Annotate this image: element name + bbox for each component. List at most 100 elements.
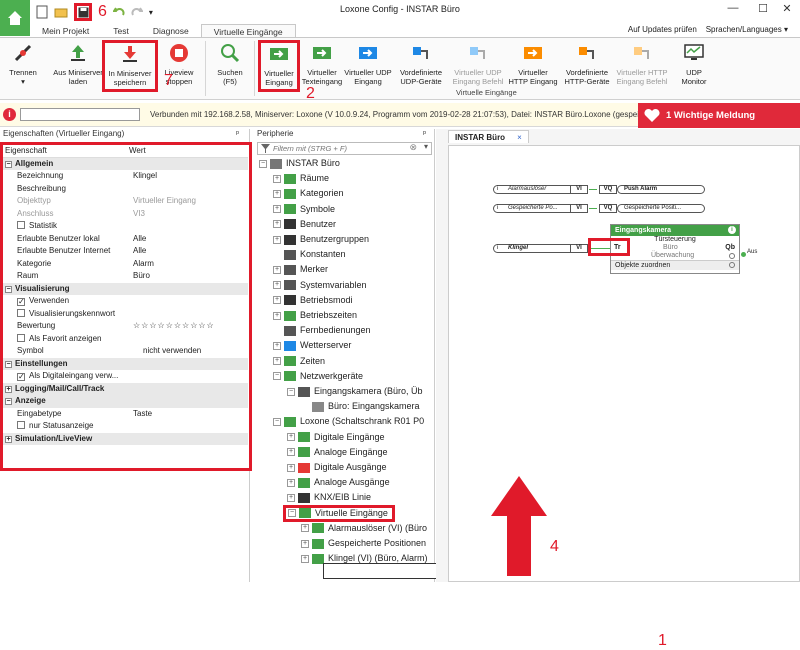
property-section[interactable]: + Logging/Mail/Call/Track	[3, 382, 248, 395]
expand-icon[interactable]: +	[287, 463, 295, 472]
tab-mein-projekt[interactable]: Mein Projekt	[30, 24, 101, 38]
tree-item[interactable]: − Loxone (Schaltschrank R01 P0	[273, 414, 424, 429]
tree-item[interactable]: + Betriebsmodi	[273, 293, 353, 308]
tree-item[interactable]: + Analoge Eingänge	[287, 445, 388, 460]
expand-icon[interactable]: +	[273, 296, 281, 305]
property-row[interactable]: Raum Büro	[3, 270, 248, 283]
property-section[interactable]: − Einstellungen	[3, 357, 248, 370]
tree-item[interactable]: + Kategorien	[273, 186, 344, 201]
property-row[interactable]: Bewertung ☆☆☆☆☆☆☆☆☆☆	[3, 320, 248, 333]
tree-item[interactable]: + Digitale Eingänge	[287, 430, 385, 445]
expand-icon[interactable]: +	[301, 554, 309, 563]
tree-item[interactable]: + KNX/EIB Linie	[287, 490, 371, 505]
tab-diagnose[interactable]: Diagnose	[141, 24, 201, 38]
property-row[interactable]: Visualisierungskennwort	[3, 308, 248, 321]
output-block-push-alarm[interactable]: Push Alarm	[617, 185, 705, 194]
tree-item[interactable]: − Virtuelle Eingänge	[283, 504, 395, 522]
tab-virtuelle-eingaenge[interactable]: Virtuelle Eingänge	[200, 24, 296, 38]
tree-item[interactable]: + Alarmauslöser (VI) (Büro	[301, 521, 427, 536]
clear-filter-icon[interactable]: ⊗	[409, 142, 417, 153]
expand-icon[interactable]: +	[287, 448, 295, 457]
property-row[interactable]: Erlaubte Benutzer lokal Alle	[3, 233, 248, 246]
close-tab-icon[interactable]: ×	[517, 131, 522, 143]
property-row[interactable]: ✓ Verwenden	[3, 295, 248, 308]
tree-item[interactable]: + Zeiten	[273, 354, 325, 369]
tree-item[interactable]: + Betriebszeiten	[273, 308, 357, 323]
collapse-icon[interactable]: −	[259, 159, 267, 168]
expand-icon[interactable]: +	[273, 341, 281, 350]
alert-button[interactable]: 1 Wichtige Meldung	[638, 103, 800, 128]
property-row[interactable]: Anschluss VI3	[3, 208, 248, 221]
tab-test[interactable]: Test	[101, 24, 141, 38]
document-tab[interactable]: INSTAR Büro ×	[448, 130, 529, 143]
collapse-icon[interactable]: −	[5, 160, 12, 168]
expand-icon[interactable]: +	[5, 385, 12, 393]
property-value[interactable]: Büro	[133, 270, 150, 283]
property-row[interactable]: Bezeichnung Klingel	[3, 170, 248, 183]
vordefinierte-udp-geraete-button[interactable]: Vordefinierte UDP-Geräte	[394, 42, 448, 100]
property-section[interactable]: − Anzeige	[3, 395, 248, 408]
property-value[interactable]: VI3	[133, 208, 145, 221]
collapse-icon[interactable]: −	[287, 387, 295, 396]
property-value[interactable]: nicht verwenden	[143, 345, 201, 358]
property-value[interactable]: ☆☆☆☆☆☆☆☆☆☆	[133, 320, 215, 333]
liveview-stoppen-button[interactable]: Liveview stoppen	[160, 42, 198, 100]
tree-item[interactable]: − INSTAR Büro	[259, 156, 340, 171]
tree-item[interactable]: + Räume	[273, 171, 329, 186]
expand-icon[interactable]: +	[273, 220, 281, 229]
close-button[interactable]: ✕	[772, 2, 800, 18]
tree-item[interactable]: + Digitale Ausgänge	[287, 460, 387, 475]
property-row[interactable]: ✓ Als Digitaleingang verw...	[3, 370, 248, 383]
tree-item[interactable]: + Systemvariablen	[273, 278, 367, 293]
collapse-icon[interactable]: −	[5, 398, 12, 405]
expand-icon[interactable]: +	[301, 539, 309, 548]
property-section[interactable]: + Simulation/LiveView	[3, 432, 248, 445]
tree-item[interactable]: + Symbole	[273, 202, 335, 217]
expand-icon[interactable]: +	[287, 478, 295, 487]
virtueller-http-eingang-befehl-button[interactable]: Virtueller HTTP Eingang Befehl	[614, 42, 670, 100]
checkbox[interactable]: ✓	[17, 298, 25, 306]
property-row[interactable]: Statistik	[3, 220, 248, 233]
in-miniserver-speichern-button[interactable]: In Miniserver speichern	[102, 40, 158, 92]
trennen-button[interactable]: Trennen ▾	[6, 42, 40, 100]
property-row[interactable]: Beschreibung	[3, 183, 248, 196]
language-menu[interactable]: Sprachen/Languages	[706, 25, 782, 34]
tree-item[interactable]: + Benutzergruppen	[273, 232, 369, 247]
pin-icon[interactable]: ᵖ	[423, 129, 426, 138]
expand-icon[interactable]: +	[273, 265, 281, 274]
checkbox[interactable]: ✓	[17, 373, 25, 381]
virtueller-udp-eingang-button[interactable]: Virtueller UDP Eingang	[344, 42, 392, 100]
expand-icon[interactable]: +	[287, 433, 295, 442]
expand-icon[interactable]: +	[5, 435, 12, 443]
property-row[interactable]: Symbol nicht verwenden	[3, 345, 248, 358]
property-row[interactable]: Kategorie Alarm	[3, 258, 248, 271]
checkbox[interactable]	[17, 421, 25, 429]
updates-link[interactable]: Auf Updates prüfen	[628, 25, 697, 34]
tree-item[interactable]: − Netzwerkgeräte	[273, 369, 363, 384]
suchen-button[interactable]: Suchen (F5)	[210, 42, 250, 100]
tree-item[interactable]: + Merker	[273, 262, 328, 277]
property-section[interactable]: − Allgemein	[3, 157, 248, 170]
virtueller-texteingang-button[interactable]: Virtueller Texteingang	[302, 42, 342, 100]
property-row[interactable]: Eingabetype Taste	[3, 408, 248, 421]
collapse-icon[interactable]: −	[273, 372, 281, 381]
chevron-down-icon[interactable]: ▾	[424, 142, 428, 151]
property-value[interactable]: Klingel	[133, 170, 157, 183]
chevron-down-icon[interactable]: ▾	[784, 25, 788, 34]
expand-icon[interactable]: +	[287, 493, 295, 502]
tree-item[interactable]: Fernbedienungen	[273, 323, 371, 338]
collapse-icon[interactable]: −	[5, 360, 12, 368]
collapse-icon[interactable]: −	[273, 417, 281, 426]
expand-icon[interactable]: +	[301, 524, 309, 533]
virtueller-eingang-button[interactable]: Virtueller Eingang	[258, 40, 300, 92]
udp-monitor-button[interactable]: UDP Monitor	[674, 42, 714, 100]
expand-icon[interactable]: +	[273, 189, 281, 198]
tree-item[interactable]: + Gespeicherte Positionen	[301, 536, 426, 551]
expand-icon[interactable]: +	[273, 311, 281, 320]
property-row[interactable]: nur Statusanzeige	[3, 420, 248, 433]
property-value[interactable]: Virtueller Eingang	[133, 195, 196, 208]
vordefinierte-http-geraete-button[interactable]: Vordefinierte HTTP-Geräte	[560, 42, 614, 100]
output-block-gespeicherte-positi[interactable]: Gespeicherte Positi...	[617, 204, 705, 213]
pin-icon[interactable]: ᵖ	[236, 129, 239, 138]
expand-icon[interactable]: +	[273, 235, 281, 244]
